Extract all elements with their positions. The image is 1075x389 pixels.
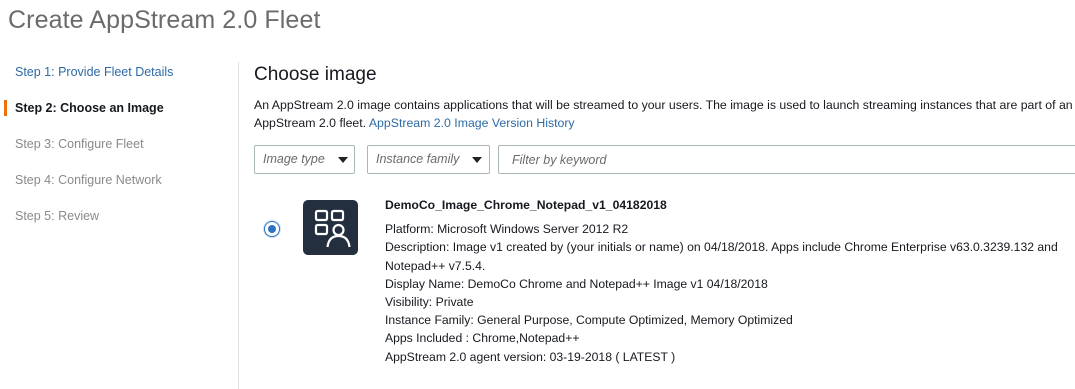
step-1-provide-fleet-details[interactable]: Step 1: Provide Fleet Details bbox=[0, 60, 238, 96]
sidebar-divider bbox=[238, 62, 239, 389]
step-2-choose-image[interactable]: Step 2: Choose an Image bbox=[0, 96, 238, 132]
caret-down-icon bbox=[472, 157, 482, 163]
image-select-radio[interactable] bbox=[264, 221, 280, 237]
image-name: DemoCo_Image_Chrome_Notepad_v1_04182018 bbox=[385, 198, 667, 212]
image-version-history-link[interactable]: AppStream 2.0 Image Version History bbox=[369, 116, 575, 130]
image-description-continued: Notepad++ v7.5.4. bbox=[385, 258, 486, 273]
instance-family-dropdown[interactable]: Instance family bbox=[367, 145, 490, 174]
image-type-dropdown[interactable]: Image type bbox=[254, 145, 355, 174]
image-details: DemoCo_Image_Chrome_Notepad_v1_04182018 … bbox=[385, 196, 1058, 366]
instance-family-dropdown-label: Instance family bbox=[376, 152, 460, 166]
description-text: An AppStream 2.0 image contains applicat… bbox=[254, 98, 1073, 112]
image-visibility: Visibility: Private bbox=[385, 295, 474, 310]
main-panel: Choose image An AppStream 2.0 image cont… bbox=[254, 62, 1075, 174]
step-5-review: Step 5: Review bbox=[15, 209, 100, 223]
apps-user-glyph bbox=[314, 209, 351, 248]
wizard-steps: Step 1: Provide Fleet Details Step 2: Ch… bbox=[0, 60, 238, 240]
appstream-image-icon bbox=[303, 200, 358, 255]
step-4-configure-network: Step 4: Configure Network bbox=[15, 173, 162, 187]
section-title: Choose image bbox=[254, 64, 377, 85]
keyword-filter-input[interactable] bbox=[498, 145, 1075, 174]
caret-down-icon bbox=[338, 157, 348, 163]
step-3-configure-fleet: Step 3: Configure Fleet bbox=[15, 137, 144, 151]
image-type-dropdown-label: Image type bbox=[263, 152, 325, 166]
image-instance-family: Instance Family: General Purpose, Comput… bbox=[385, 313, 793, 328]
image-display-name: Display Name: DemoCo Chrome and Notepad+… bbox=[385, 276, 768, 291]
section-description: An AppStream 2.0 image contains applicat… bbox=[254, 96, 1075, 132]
image-apps-included: Apps Included : Chrome,Notepad++ bbox=[385, 331, 580, 346]
image-platform: Platform: Microsoft Windows Server 2012 … bbox=[385, 222, 629, 237]
image-description: Description: Image v1 created by (your i… bbox=[385, 240, 1058, 255]
image-agent-version: AppStream 2.0 agent version: 03-19-2018 … bbox=[385, 349, 676, 364]
page-title: Create AppStream 2.0 Fleet bbox=[8, 6, 321, 34]
description-text-continued: AppStream 2.0 fleet. bbox=[254, 116, 367, 130]
